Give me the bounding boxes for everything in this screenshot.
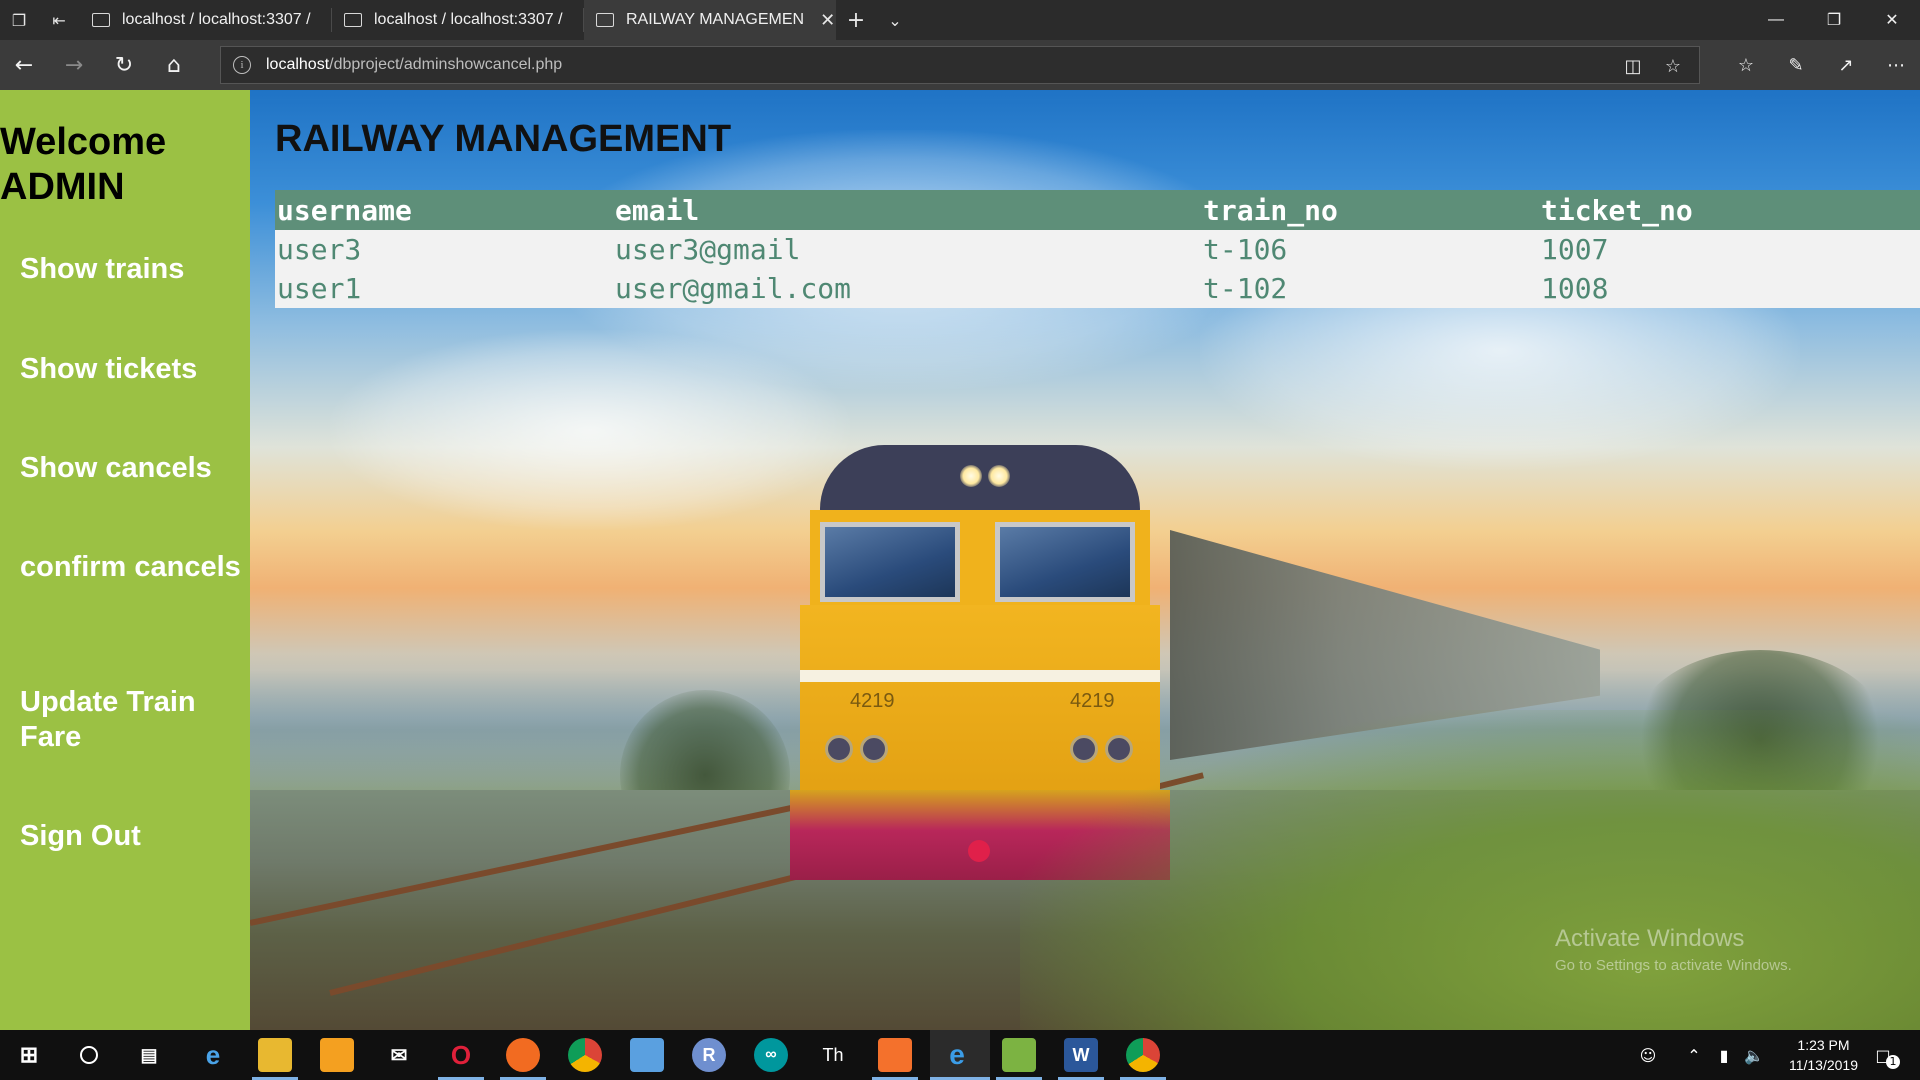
task-view-icon[interactable]: ▤ bbox=[132, 1038, 166, 1072]
sidebar-item-update-train-fare[interactable]: Update Train Fare bbox=[20, 685, 245, 755]
page-icon bbox=[344, 13, 362, 27]
more-icon[interactable]: ⋯ bbox=[1880, 50, 1912, 80]
sidebar-item-sign-out[interactable]: Sign Out bbox=[20, 819, 245, 854]
minimize-icon[interactable]: — bbox=[1748, 0, 1804, 40]
column-header-username: username bbox=[275, 190, 613, 230]
chrome-icon[interactable] bbox=[568, 1038, 602, 1072]
edge-icon[interactable]: e bbox=[940, 1038, 974, 1072]
close-window-icon[interactable]: ✕ bbox=[1864, 0, 1920, 40]
people-icon[interactable]: ☺ bbox=[1636, 1043, 1660, 1067]
table-header-row: username email train_no ticket_no bbox=[275, 190, 1920, 230]
info-icon[interactable]: i bbox=[233, 56, 251, 74]
share-icon[interactable]: ↗ bbox=[1830, 50, 1862, 80]
sidebar: Welcome ADMIN Show trains Show tickets S… bbox=[0, 90, 250, 1030]
new-tab-icon[interactable]: + bbox=[843, 7, 869, 33]
arduino-icon[interactable]: ∞ bbox=[754, 1038, 788, 1072]
search-circle-icon[interactable] bbox=[72, 1038, 106, 1072]
close-tab-icon[interactable]: ✕ bbox=[820, 10, 835, 31]
back-icon[interactable]: ← bbox=[8, 50, 40, 80]
column-header-train-no: train_no bbox=[1201, 190, 1539, 230]
tab-title: localhost / localhost:3307 / bbox=[122, 11, 311, 28]
tab-title: localhost / localhost:3307 / bbox=[374, 11, 563, 28]
chrome-icon[interactable] bbox=[1126, 1038, 1160, 1072]
xampp-icon[interactable] bbox=[878, 1038, 912, 1072]
clock[interactable]: 1:23 PM 11/13/2019 bbox=[1789, 1035, 1858, 1075]
chart-editor-icon[interactable] bbox=[1002, 1038, 1036, 1072]
notifications-icon[interactable]: □ 1 bbox=[1866, 1043, 1900, 1069]
home-icon[interactable]: ⌂ bbox=[158, 50, 190, 80]
column-header-email: email bbox=[613, 190, 1201, 230]
box-icon[interactable] bbox=[630, 1038, 664, 1072]
app-icon[interactable] bbox=[320, 1038, 354, 1072]
page-icon bbox=[92, 13, 110, 27]
browser-tab-bar: ❐ ⇤ localhost / localhost:3307 / localho… bbox=[0, 0, 1920, 40]
taskbar: ⊞ ▤ e ✉ O R ∞ Th e W ☺ ⌃ ▮ 🔈 1:23 PM 11/… bbox=[0, 1030, 1920, 1080]
tab-title: RAILWAY MANAGEMEN bbox=[626, 11, 805, 28]
opera-icon[interactable]: O bbox=[444, 1038, 478, 1072]
activate-windows-watermark: Activate Windows Go to Settings to activ… bbox=[1555, 925, 1792, 974]
favorites-hub-icon[interactable]: ☆ bbox=[1730, 50, 1762, 80]
reading-view-icon[interactable]: ◫ bbox=[1621, 54, 1645, 78]
sidebar-item-show-tickets[interactable]: Show tickets bbox=[20, 352, 245, 387]
mail-icon[interactable]: ✉ bbox=[382, 1038, 416, 1072]
cell-train-no: t-106 bbox=[1201, 230, 1539, 269]
page-icon bbox=[596, 13, 614, 27]
refresh-icon[interactable]: ↻ bbox=[108, 50, 140, 80]
browser-tab-active[interactable]: RAILWAY MANAGEMEN ✕ bbox=[584, 0, 836, 40]
file-explorer-icon[interactable] bbox=[258, 1038, 292, 1072]
page-title: RAILWAY MANAGEMENT bbox=[275, 118, 732, 160]
browser-tab[interactable]: localhost / localhost:3307 / bbox=[80, 0, 330, 40]
clock-time: 1:23 PM bbox=[1797, 1037, 1850, 1053]
page-viewport: 4219 4219 Welcome ADMIN Show trains Show… bbox=[0, 90, 1920, 1030]
cell-ticket-no: 1007 bbox=[1539, 230, 1920, 269]
url-text: localhost/dbproject/adminshowcancel.php bbox=[266, 56, 563, 73]
windows-start-icon[interactable]: ⊞ bbox=[12, 1038, 46, 1072]
sidebar-item-show-trains[interactable]: Show trains bbox=[20, 252, 245, 287]
word-icon[interactable]: W bbox=[1064, 1038, 1098, 1072]
sidebar-item-show-cancels[interactable]: Show cancels bbox=[20, 451, 245, 486]
table-row: user3 user3@gmail t-106 1007 bbox=[275, 230, 1920, 269]
favorite-star-icon[interactable]: ☆ bbox=[1661, 54, 1685, 78]
r-icon[interactable]: R bbox=[692, 1038, 726, 1072]
table-row: user1 user@gmail.com t-102 1008 bbox=[275, 269, 1920, 308]
firefox-icon[interactable] bbox=[506, 1038, 540, 1072]
pen-icon[interactable]: ✎ bbox=[1780, 50, 1812, 80]
cell-ticket-no: 1008 bbox=[1539, 269, 1920, 308]
column-header-ticket-no: ticket_no bbox=[1539, 190, 1920, 230]
cell-email: user@gmail.com bbox=[613, 269, 1201, 308]
chevron-up-icon[interactable]: ⌃ bbox=[1682, 1043, 1706, 1067]
tabs-aside-icon[interactable]: ❐ bbox=[6, 7, 32, 33]
forward-icon[interactable]: → bbox=[58, 50, 90, 80]
battery-icon[interactable]: ▮ bbox=[1712, 1043, 1736, 1067]
watermark-title: Activate Windows bbox=[1555, 925, 1745, 952]
cancels-table: username email train_no ticket_no user3 … bbox=[275, 190, 1920, 308]
speaker-muted-icon[interactable]: 🔈 bbox=[1742, 1043, 1766, 1067]
restore-icon[interactable]: ❐ bbox=[1806, 0, 1862, 40]
chevron-down-icon[interactable]: ⌄ bbox=[882, 7, 908, 33]
internet-explorer-icon[interactable]: e bbox=[196, 1038, 230, 1072]
browser-tab[interactable]: localhost / localhost:3307 / bbox=[332, 0, 582, 40]
cell-username: user1 bbox=[275, 269, 613, 308]
clock-date: 11/13/2019 bbox=[1788, 1057, 1858, 1073]
th-icon[interactable]: Th bbox=[816, 1038, 850, 1072]
notification-count: 1 bbox=[1886, 1055, 1900, 1069]
cell-username: user3 bbox=[275, 230, 613, 269]
url-field[interactable]: i localhost/dbproject/adminshowcancel.ph… bbox=[220, 46, 1700, 84]
watermark-subtitle: Go to Settings to activate Windows. bbox=[1555, 957, 1792, 974]
welcome-heading: Welcome ADMIN bbox=[0, 121, 167, 208]
address-bar: ← → ↻ ⌂ i localhost/dbproject/adminshowc… bbox=[0, 40, 1920, 90]
cell-email: user3@gmail bbox=[613, 230, 1201, 269]
set-tabs-aside-icon[interactable]: ⇤ bbox=[46, 7, 72, 33]
sidebar-item-confirm-cancels[interactable]: confirm cancels bbox=[20, 550, 245, 585]
cell-train-no: t-102 bbox=[1201, 269, 1539, 308]
